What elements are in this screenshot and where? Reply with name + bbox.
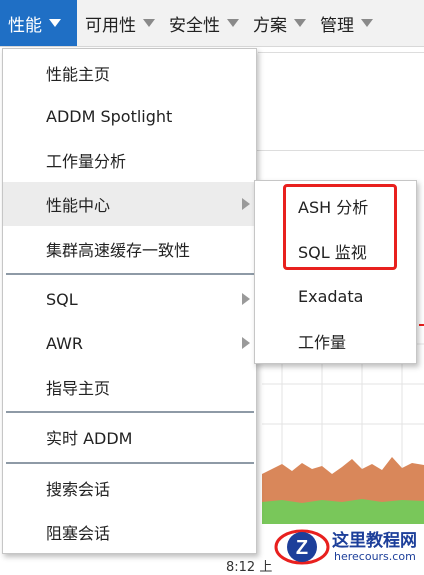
menu-item-awr[interactable]: AWR <box>3 321 256 365</box>
menu-item-label: 性能中心 <box>46 196 111 215</box>
menu-performance-label: 性能 <box>8 15 42 36</box>
chart-area-green <box>262 499 424 524</box>
menu-separator <box>6 462 254 464</box>
menu-item-advisor-central[interactable]: 指导主页 <box>3 365 256 409</box>
submenu-item-label: 工作量 <box>298 333 347 352</box>
menu-separator <box>6 411 254 413</box>
menu-item-performance-hub[interactable]: 性能中心 <box>3 182 256 226</box>
menu-performance[interactable]: 性能 <box>0 0 77 46</box>
menu-item-workload-analysis[interactable]: 工作量分析 <box>3 138 256 182</box>
chevron-right-icon <box>242 337 250 349</box>
chevron-down-icon <box>294 19 306 27</box>
menu-item-search-sessions[interactable]: 搜索会话 <box>3 466 256 510</box>
submenu-item-exadata[interactable]: Exadata <box>255 274 416 318</box>
chevron-down-icon <box>143 19 155 27</box>
menu-item-performance-home[interactable]: 性能主页 <box>3 51 256 95</box>
watermark-url: herecours.com <box>334 550 416 563</box>
menu-item-label: AWR <box>46 333 84 353</box>
chart-time-label: 8:12 上 <box>226 560 273 575</box>
menu-item-label: 集群高速缓存一致性 <box>46 241 191 260</box>
menu-separator <box>6 273 254 275</box>
chevron-down-icon <box>227 19 239 27</box>
menu-administration[interactable]: 管理 <box>312 0 379 46</box>
menu-schema[interactable]: 方案 <box>245 0 312 46</box>
chevron-down-icon <box>361 19 373 27</box>
menu-item-cluster-cache-coherency[interactable]: 集群高速缓存一致性 <box>3 227 256 271</box>
menu-item-label: 性能主页 <box>46 65 111 84</box>
performance-dropdown: 性能主页 ADDM Spotlight 工作量分析 性能中心 集群高速缓存一致性… <box>2 48 257 554</box>
watermark-title: 这里教程网 <box>332 531 417 551</box>
chevron-right-icon <box>242 198 250 210</box>
menu-item-blocking-sessions[interactable]: 阻塞会话 <box>3 510 256 554</box>
menu-administration-label: 管理 <box>320 15 354 36</box>
menu-item-addm-spotlight[interactable]: ADDM Spotlight <box>3 94 256 138</box>
menu-item-label: 搜索会话 <box>46 480 111 499</box>
menu-item-label: 指导主页 <box>46 379 111 398</box>
chevron-right-icon <box>242 293 250 305</box>
menu-item-label: ADDM Spotlight <box>46 106 173 126</box>
site-watermark: Z 这里教程网 herecours.com <box>272 522 424 570</box>
menu-security-label: 安全性 <box>169 15 220 36</box>
menu-item-label: 实时 ADDM <box>46 429 133 448</box>
chevron-down-icon <box>49 19 61 27</box>
menu-schema-label: 方案 <box>253 15 287 36</box>
annotation-highlight-box <box>283 184 397 270</box>
menu-item-label: SQL <box>46 289 78 309</box>
top-menubar: 性能 可用性 安全性 方案 管理 <box>0 0 424 47</box>
background-divider <box>258 52 424 53</box>
menu-availability[interactable]: 可用性 <box>77 0 161 46</box>
menu-item-label: 阻塞会话 <box>46 524 111 543</box>
submenu-item-label: Exadata <box>298 286 364 306</box>
menu-availability-label: 可用性 <box>85 15 136 36</box>
menu-item-real-time-addm[interactable]: 实时 ADDM <box>3 415 256 459</box>
background-divider <box>256 150 424 151</box>
watermark-logo-icon: Z <box>274 529 330 565</box>
submenu-item-workload[interactable]: 工作量 <box>255 319 416 363</box>
svg-text:Z: Z <box>296 537 308 559</box>
menu-item-label: 工作量分析 <box>46 152 127 171</box>
menu-security[interactable]: 安全性 <box>161 0 245 46</box>
menu-item-sql[interactable]: SQL <box>3 277 256 321</box>
